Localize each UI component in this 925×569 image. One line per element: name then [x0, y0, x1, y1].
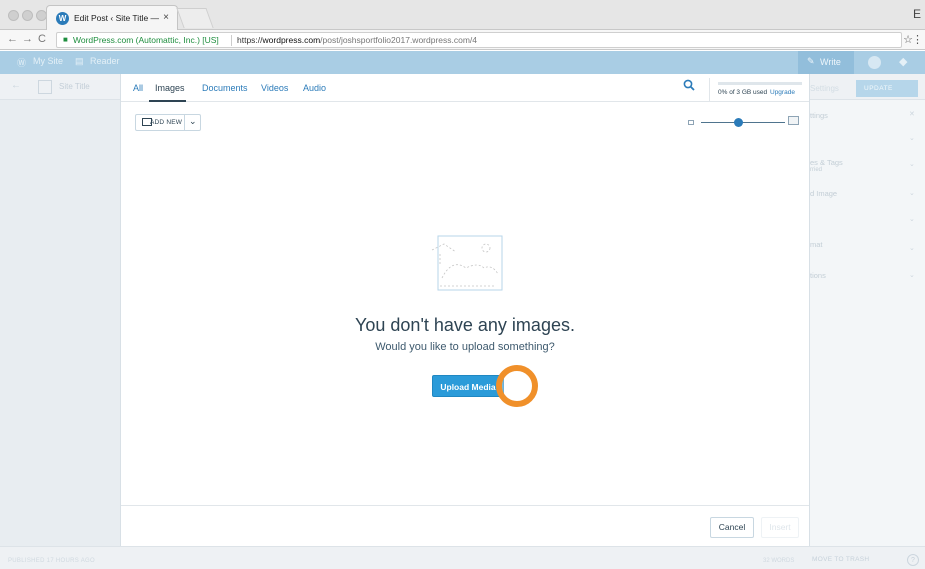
close-window-button[interactable]: [8, 10, 19, 21]
reload-icon[interactable]: C: [38, 33, 46, 45]
media-filter-bar: All Images Documents Videos Audio 0% of …: [121, 74, 809, 102]
empty-state-subtitle: Would you like to upload something?: [375, 341, 555, 353]
chevron-down-icon[interactable]: ⌄: [189, 116, 197, 127]
profile-button[interactable]: E: [913, 7, 921, 21]
button-divider: [184, 115, 185, 130]
chevron-down-icon: ⌄: [909, 245, 915, 252]
published-status: PUBLISHED 17 HOURS AGO: [8, 558, 95, 564]
tab-close-icon[interactable]: ×: [163, 12, 169, 23]
address-divider: [231, 35, 232, 46]
update-button: UPDATE: [856, 80, 918, 97]
my-site-link[interactable]: My Site: [33, 56, 63, 66]
url-text: https://wordpress.com/post/joshsportfoli…: [237, 35, 477, 45]
avatar[interactable]: [868, 56, 881, 69]
wordpress-favicon-icon: W: [56, 12, 69, 25]
zoom-slider[interactable]: [701, 122, 785, 123]
back-arrow-icon: ←: [11, 80, 21, 91]
small-thumbnail-icon: [688, 120, 694, 125]
wp-masterbar: Ⓦ My Site ▤ Reader: [0, 51, 925, 74]
storage-usage: 0% of 3 GB used Upgrade: [709, 78, 809, 101]
chevron-down-icon: ⌄: [909, 161, 915, 168]
tab-all[interactable]: All: [133, 83, 143, 93]
add-new-label: ADD NEW: [150, 119, 183, 126]
url-path: /post/joshsportfolio2017.wordpress.com/4: [320, 35, 478, 45]
browser-menu-icon[interactable]: ⋮: [912, 33, 923, 46]
browser-tab[interactable]: W Edit Post ‹ Site Title — WordPress ×: [46, 5, 178, 30]
click-indicator: [496, 365, 538, 407]
notifications-icon[interactable]: ◆: [899, 55, 907, 68]
tab-audio[interactable]: Audio: [303, 83, 326, 93]
browser-tab-title: Edit Post ‹ Site Title — WordPress: [74, 13, 160, 23]
chevron-down-icon: ⌄: [909, 216, 915, 223]
chevron-down-icon: ⌄: [909, 272, 915, 279]
secure-site-label: WordPress.com (Automattic, Inc.) [US]: [73, 35, 219, 45]
tab-videos[interactable]: Videos: [261, 83, 288, 93]
move-to-trash-button: MOVE TO TRASH: [812, 556, 870, 563]
lock-icon: ■: [63, 35, 68, 44]
write-button-label: Write: [820, 57, 841, 67]
site-title: Site Title: [59, 82, 90, 91]
new-tab-button[interactable]: [176, 8, 214, 28]
minimize-window-button[interactable]: [22, 10, 33, 21]
close-icon: ✕: [909, 111, 915, 118]
sidebar-item-format: mat: [810, 240, 823, 249]
upload-media-button[interactable]: Upload Media: [432, 375, 504, 397]
wordpress-logo-icon[interactable]: Ⓦ: [17, 56, 26, 69]
browser-tab-bar: W Edit Post ‹ Site Title — WordPress × E: [0, 0, 925, 30]
chevron-down-icon: ⌄: [909, 135, 915, 142]
sidebar-item-categories-tags: es & Tags: [810, 158, 843, 167]
upgrade-link[interactable]: Upgrade: [770, 89, 795, 96]
active-tab-indicator: [149, 100, 186, 102]
url-host: wordpress.com: [262, 35, 321, 45]
reader-link[interactable]: Reader: [90, 56, 120, 66]
word-count: 32 WORDS: [763, 558, 795, 564]
insert-button[interactable]: Insert: [761, 517, 799, 538]
help-icon: ?: [907, 554, 919, 566]
write-button[interactable]: ✎ Write: [798, 51, 854, 74]
address-bar[interactable]: ■ WordPress.com (Automattic, Inc.) [US] …: [56, 32, 902, 48]
edit-icon: ✎: [807, 56, 815, 66]
empty-state-title: You don't have any images.: [355, 315, 575, 335]
forward-arrow-icon[interactable]: →: [22, 33, 33, 45]
site-icon: [38, 80, 52, 94]
add-new-button[interactable]: ADD NEW ⌄: [135, 114, 201, 131]
storage-bar: [718, 82, 802, 85]
back-arrow-icon[interactable]: ←: [7, 33, 18, 45]
sidebar-item-settings: ttings: [810, 111, 828, 120]
large-thumbnail-icon: [788, 116, 799, 125]
storage-used-label: 0% of 3 GB used: [718, 89, 768, 96]
search-icon[interactable]: [683, 79, 695, 94]
sidebar-item-featured-image: d Image: [810, 189, 838, 198]
settings-label: Settings: [810, 84, 839, 93]
sidebar-item-options: tions: [810, 271, 826, 280]
reader-icon: ▤: [75, 56, 84, 66]
cancel-button[interactable]: Cancel: [710, 517, 754, 538]
browser-toolbar: ← → C ■ WordPress.com (Automattic, Inc.)…: [0, 30, 925, 50]
modal-footer: Cancel Insert: [121, 505, 809, 546]
chevron-down-icon: ⌄: [909, 190, 915, 197]
tab-documents[interactable]: Documents: [202, 83, 248, 93]
sidebar-item-sub: rried: [810, 167, 823, 173]
url-scheme: https://: [237, 35, 263, 45]
media-library-modal: All Images Documents Videos Audio 0% of …: [120, 74, 810, 546]
tab-images[interactable]: Images: [155, 83, 185, 93]
zoom-slider-handle[interactable]: [734, 118, 743, 127]
empty-image-illustration-icon: [430, 234, 504, 292]
